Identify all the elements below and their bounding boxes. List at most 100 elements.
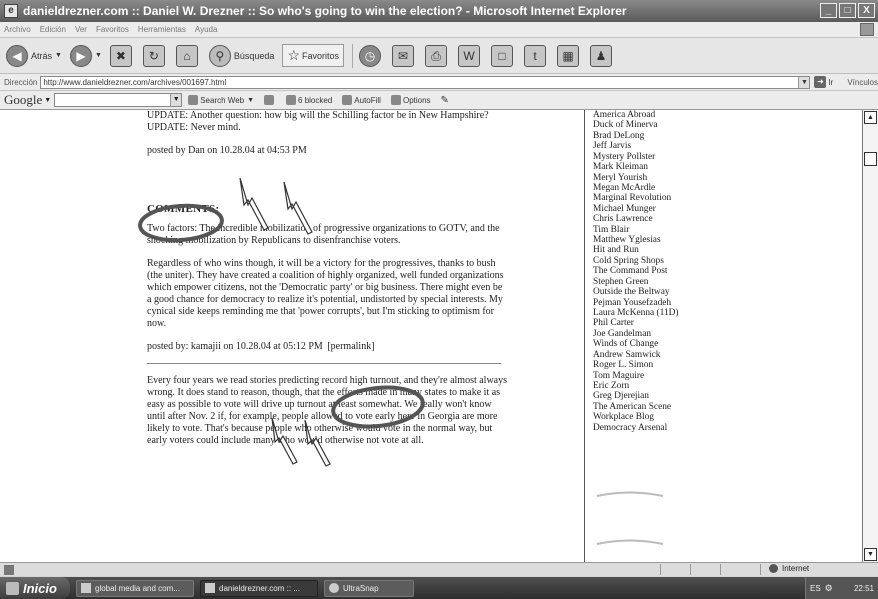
- scroll-thumb[interactable]: [864, 152, 877, 166]
- messenger-button[interactable]: ▦: [557, 44, 582, 67]
- home-button[interactable]: ⌂: [175, 44, 201, 67]
- update-text: UPDATE: Another question: how big will t…: [147, 110, 489, 133]
- blogroll-link[interactable]: America Abroad: [593, 110, 783, 120]
- camera-icon: [329, 583, 339, 593]
- search-button[interactable]: ⚲ Búsqueda: [208, 44, 275, 67]
- discuss-button[interactable]: □: [491, 44, 516, 67]
- search-label: Búsqueda: [233, 50, 275, 61]
- close-button[interactable]: X: [858, 3, 875, 18]
- go-button[interactable]: ➜ Ir: [814, 76, 833, 88]
- pagerank-button[interactable]: [264, 95, 276, 105]
- back-arrow-icon: ◀: [6, 44, 28, 67]
- forward-button[interactable]: ▶ ▼: [69, 44, 102, 67]
- links-toolbar[interactable]: Vínculos: [847, 78, 878, 87]
- minimize-button[interactable]: _: [820, 3, 837, 18]
- menu-archivo[interactable]: Archivo: [4, 25, 31, 34]
- edit-icon: W: [458, 44, 481, 67]
- blogroll-link[interactable]: Winds of Change: [593, 339, 783, 349]
- status-bar: Internet: [0, 562, 878, 576]
- google-logo[interactable]: Google: [4, 92, 42, 108]
- blogroll-link[interactable]: Stephen Green: [593, 277, 783, 287]
- blogroll-link[interactable]: Laura McKenna (11D): [593, 308, 783, 318]
- menu-edicion[interactable]: Edición: [40, 25, 66, 34]
- taskbar-item[interactable]: UltraSnap: [324, 579, 414, 597]
- blogroll-link[interactable]: Tom Maguire: [593, 371, 783, 381]
- blogroll-link[interactable]: Michael Munger: [593, 204, 783, 214]
- search-web-label: Search Web: [200, 95, 245, 105]
- blogroll-link[interactable]: Jeff Jarvis: [593, 141, 783, 151]
- blogroll-link[interactable]: Democracy Arsenal: [593, 423, 783, 433]
- permalink-link[interactable]: [permalink]: [327, 341, 374, 352]
- blogroll-link[interactable]: Eric Zorn: [593, 381, 783, 391]
- tray-icon[interactable]: ⚙: [825, 583, 833, 594]
- blogroll-link[interactable]: The Command Post: [593, 266, 783, 276]
- chevron-down-icon[interactable]: ▼: [247, 97, 254, 104]
- blogroll-link[interactable]: Mark Kleiman: [593, 162, 783, 172]
- snap-button[interactable]: ♟: [590, 44, 615, 67]
- refresh-button[interactable]: ↻: [142, 44, 168, 67]
- google-search-input[interactable]: ▼: [54, 93, 183, 107]
- mail-button[interactable]: ✉: [392, 44, 417, 67]
- scroll-up-button[interactable]: ▲: [864, 111, 877, 124]
- blogroll-link[interactable]: Duck of Minerva: [593, 120, 783, 130]
- back-button[interactable]: ◀ Atrás ▼: [6, 44, 62, 67]
- blogroll-link[interactable]: Meryl Yourish: [593, 173, 783, 183]
- blogroll-link[interactable]: Greg Djerejian: [593, 391, 783, 401]
- scroll-down-button[interactable]: ▼: [864, 548, 877, 561]
- print-button[interactable]: ⎙: [425, 44, 450, 67]
- popup-blocker-button[interactable]: 6 blocked: [286, 95, 332, 105]
- menu-herramientas[interactable]: Herramientas: [138, 25, 186, 34]
- blogroll-link[interactable]: Joe Gandelman: [593, 329, 783, 339]
- main-column: UPDATE: Another question: how big will t…: [147, 110, 507, 458]
- start-button[interactable]: Inicio: [0, 577, 70, 599]
- blogroll-link[interactable]: Brad DeLong: [593, 131, 783, 141]
- vertical-scrollbar[interactable]: ▲ ▼: [862, 110, 878, 562]
- autofill-button[interactable]: AutoFill: [342, 95, 381, 105]
- blogroll-link[interactable]: The American Scene: [593, 402, 783, 412]
- menu-ver[interactable]: Ver: [75, 25, 87, 34]
- blogroll-link[interactable]: Marginal Revolution: [593, 193, 783, 203]
- blogroll-link[interactable]: Pejman Yousefzadeh: [593, 298, 783, 308]
- taskbar-item[interactable]: global media and com...: [76, 579, 194, 597]
- language-indicator[interactable]: ES: [810, 584, 821, 593]
- blogroll-link[interactable]: Cold Spring Shops: [593, 256, 783, 266]
- chevron-down-icon[interactable]: ▼: [55, 52, 62, 59]
- chevron-down-icon[interactable]: ▼: [44, 97, 51, 104]
- research-button[interactable]: t: [524, 44, 549, 67]
- blogroll-link[interactable]: Workplace Blog: [593, 412, 783, 422]
- blogroll-link[interactable]: Hit and Run: [593, 245, 783, 255]
- favorites-button[interactable]: ☆ Favoritos: [282, 44, 345, 67]
- blogroll-link[interactable]: Roger L. Simon: [593, 360, 783, 370]
- decorative-swirl: [596, 539, 664, 545]
- blogroll-link[interactable]: Chris Lawrence: [593, 214, 783, 224]
- history-button[interactable]: ◷: [359, 44, 384, 67]
- chevron-down-icon[interactable]: ▼: [170, 94, 182, 106]
- comment-divider: [147, 363, 501, 364]
- refresh-icon: ↻: [142, 44, 165, 67]
- blogroll-link[interactable]: Mystery Pollster: [593, 152, 783, 162]
- blogroll-link[interactable]: Andrew Samwick: [593, 350, 783, 360]
- blogroll-link[interactable]: Matthew Yglesias: [593, 235, 783, 245]
- search-web-button[interactable]: Search Web ▼: [188, 95, 254, 105]
- options-button[interactable]: Options: [390, 95, 431, 105]
- blogroll-link[interactable]: Tim Blair: [593, 225, 783, 235]
- blogroll-link[interactable]: Outside the Beltway: [593, 287, 783, 297]
- go-label: Ir: [828, 77, 834, 87]
- taskbar-item[interactable]: danieldrezner.com :: ...: [200, 579, 318, 597]
- menu-ayuda[interactable]: Ayuda: [195, 25, 218, 34]
- taskbar: Inicio global media and com... danieldre…: [0, 577, 878, 599]
- maximize-button[interactable]: □: [839, 3, 856, 18]
- stop-button[interactable]: ✖: [109, 44, 135, 67]
- start-label: Inicio: [23, 580, 57, 596]
- highlight-button[interactable]: ✎: [441, 95, 449, 106]
- blogroll-link[interactable]: Phil Carter: [593, 318, 783, 328]
- chevron-down-icon[interactable]: ▼: [798, 76, 810, 88]
- chevron-down-icon[interactable]: ▼: [95, 52, 102, 59]
- address-input[interactable]: http://www.danieldrezner.com/archives/00…: [40, 75, 811, 89]
- blogroll-link[interactable]: Megan McArdle: [593, 183, 783, 193]
- taskbar-item-label: UltraSnap: [343, 583, 379, 593]
- mail-icon: ✉: [392, 44, 415, 67]
- people-icon: ♟: [590, 44, 613, 67]
- edit-button[interactable]: W: [458, 44, 483, 67]
- menu-favoritos[interactable]: Favoritos: [96, 25, 129, 34]
